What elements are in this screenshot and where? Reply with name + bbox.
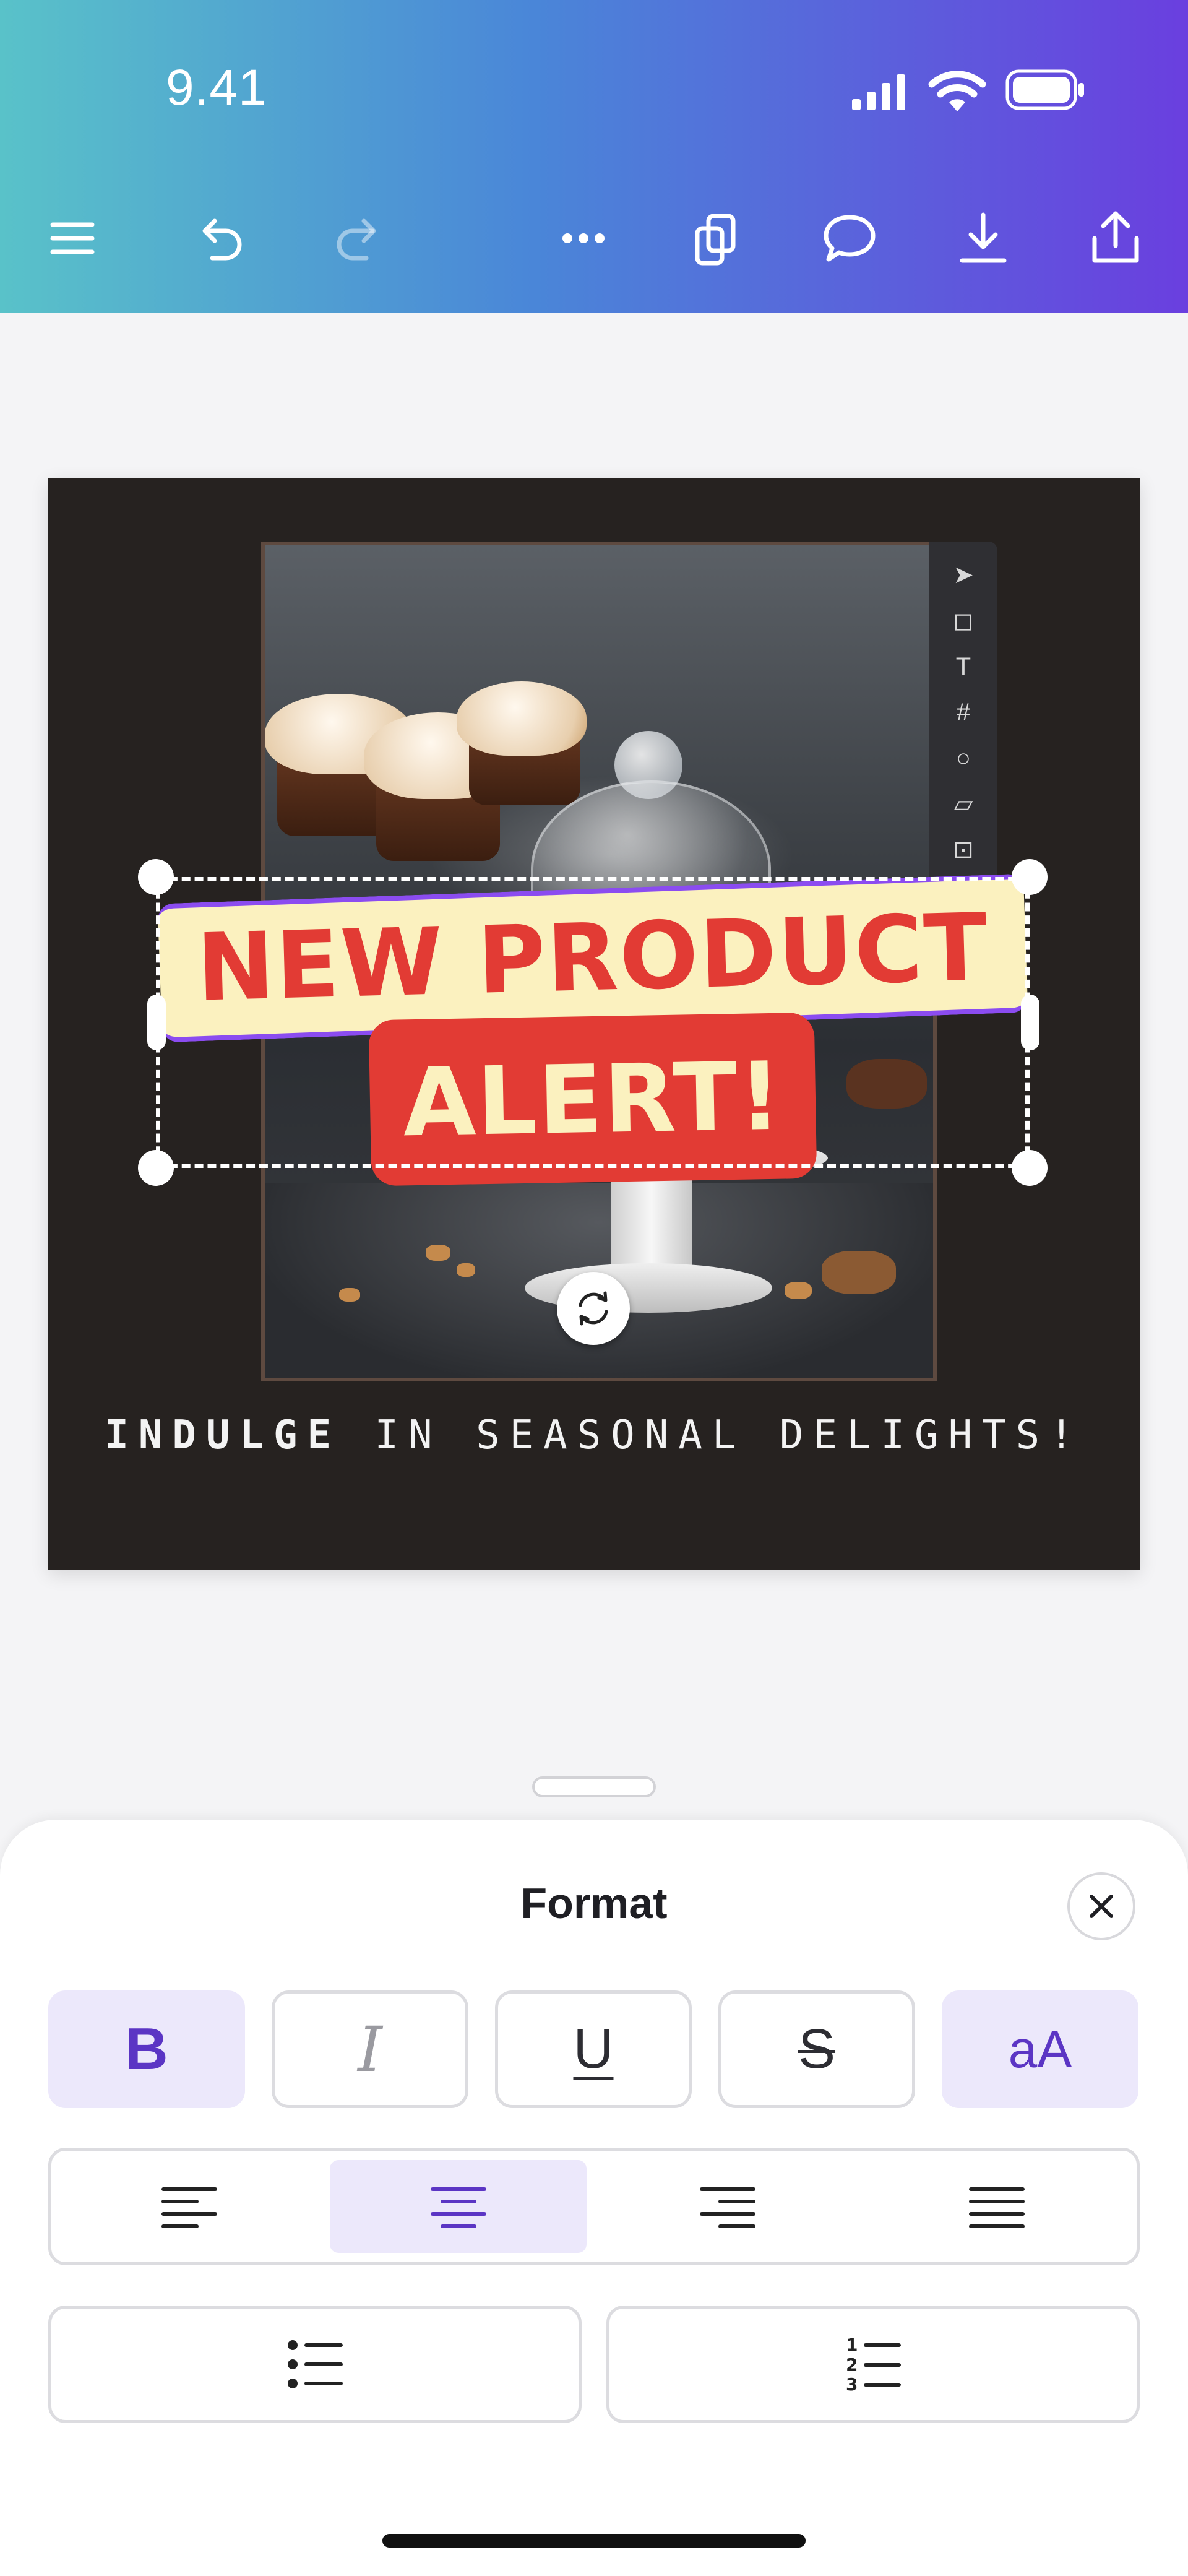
design-canvas[interactable]: ➤ ◻ T # ○ ▱ ⊡ NEW PRODUCT ALERT! INDULGE…: [48, 478, 1140, 1570]
tagline-bold: INDULGE: [105, 1412, 342, 1458]
underline-button[interactable]: U: [495, 1990, 692, 2108]
resize-handle-top-right[interactable]: [1012, 859, 1048, 895]
tagline-rest: IN SEASONAL DELIGHTS!: [341, 1412, 1083, 1458]
battery-icon: [1005, 69, 1084, 110]
share-icon: [1092, 211, 1139, 263]
italic-button[interactable]: I: [272, 1990, 468, 2108]
align-right-icon: [699, 2187, 755, 2228]
close-icon: [1090, 1895, 1113, 1918]
grid-icon: #: [956, 698, 971, 726]
format-sheet: Format B I U S aA 1 2 3: [0, 1820, 1188, 2576]
status-time: 9.41: [166, 59, 267, 116]
rotate-button[interactable]: [557, 1272, 630, 1345]
cellular-signal-icon: [852, 74, 905, 110]
resize-handle-bottom-left[interactable]: [138, 1150, 174, 1186]
align-center-icon: [430, 2187, 486, 2228]
pages-icon: [695, 214, 736, 266]
redo-icon: [337, 218, 376, 261]
align-justify-icon: [968, 2187, 1025, 2228]
bold-button[interactable]: B: [48, 1990, 245, 2108]
align-justify-button[interactable]: [868, 2160, 1125, 2253]
upload-icon: ⊡: [953, 836, 974, 863]
frame-icon: ◻: [953, 607, 974, 634]
close-button[interactable]: [1067, 1872, 1135, 1940]
text-tool-icon: T: [955, 652, 971, 680]
share-button[interactable]: [1082, 204, 1150, 272]
align-right-button[interactable]: [599, 2160, 856, 2253]
download-button[interactable]: [949, 204, 1017, 272]
sheet-grabber[interactable]: [532, 1776, 656, 1797]
photo-cupcake-frosting: [457, 681, 587, 756]
home-indicator: [382, 2534, 806, 2548]
comment-button[interactable]: [816, 204, 884, 272]
status-icons: [851, 62, 1086, 118]
wifi-icon: [928, 71, 986, 111]
more-icon: [562, 233, 605, 243]
photo-crumb: [339, 1288, 360, 1302]
text-case-button[interactable]: aA: [942, 1990, 1138, 2108]
svg-text:1: 1: [846, 2335, 858, 2355]
photo-crumb: [785, 1282, 812, 1299]
resize-handle-bottom-right[interactable]: [1012, 1150, 1048, 1186]
bulleted-list-button[interactable]: [48, 2306, 582, 2423]
resize-handle-right[interactable]: [1021, 995, 1040, 1050]
rotate-icon: [579, 1291, 608, 1326]
sticky-note-icon: ▱: [953, 790, 973, 818]
more-button[interactable]: [549, 204, 618, 272]
resize-handle-top-left[interactable]: [138, 859, 174, 895]
resize-handle-left[interactable]: [147, 995, 166, 1050]
numbered-list-button[interactable]: 123: [606, 2306, 1140, 2423]
circle-icon: ○: [955, 744, 971, 772]
redo-button[interactable]: [326, 204, 394, 272]
menu-button[interactable]: [38, 204, 106, 272]
photo-side-toolbar: ➤ ◻ T # ○ ▱ ⊡: [929, 542, 997, 882]
tagline-text[interactable]: INDULGE IN SEASONAL DELIGHTS!: [48, 1412, 1140, 1458]
sheet-title: Format: [520, 1879, 668, 1927]
bold-label: B: [125, 2016, 168, 2082]
svg-text:3: 3: [846, 2374, 858, 2394]
align-left-icon: [161, 2187, 217, 2228]
underline-label: U: [573, 2018, 614, 2080]
svg-text:2: 2: [846, 2354, 858, 2375]
comment-icon: [824, 215, 876, 262]
cursor-icon: ➤: [953, 561, 974, 589]
align-left-button[interactable]: [61, 2160, 317, 2253]
italic-label: I: [358, 2013, 382, 2086]
photo-crumb: [457, 1263, 475, 1277]
numbered-list-icon: 123: [846, 2335, 901, 2394]
strikethrough-button[interactable]: S: [718, 1990, 915, 2108]
photo-spoon: [822, 1251, 896, 1294]
undo-button[interactable]: [184, 204, 252, 272]
app-header: 9.41: [0, 0, 1188, 313]
menu-icon: [50, 222, 95, 254]
pages-button[interactable]: [682, 204, 750, 272]
align-center-button[interactable]: [330, 2160, 587, 2253]
selection-box[interactable]: [156, 877, 1030, 1168]
photo-crumb: [426, 1245, 450, 1261]
download-icon: [960, 212, 1007, 263]
undo-icon: [202, 218, 242, 261]
strikethrough-label: S: [798, 2018, 836, 2080]
bulleted-list-icon: [288, 2340, 343, 2388]
alignment-group: [48, 2148, 1140, 2265]
text-case-label: aA: [1008, 2020, 1072, 2078]
